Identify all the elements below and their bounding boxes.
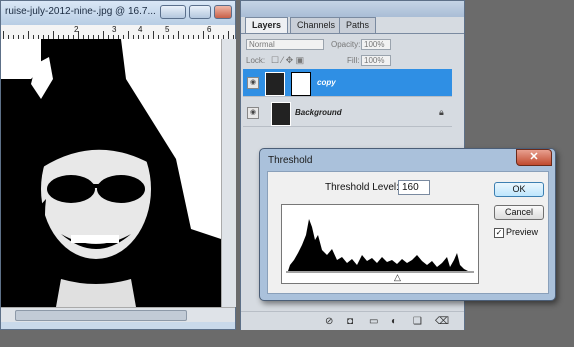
threshold-level-input[interactable]: 160 [398,180,430,195]
layer-name: Background [295,108,342,117]
horizontal-ruler: 2 3 4 5 6 [1,25,235,40]
threshold-portrait-image [1,39,221,307]
dialog-body: Threshold Level: 160 OK Cancel ✓ Preview … [267,171,549,294]
checkbox-icon[interactable]: ✓ [494,227,504,238]
preview-checkbox[interactable]: ✓ Preview [494,227,538,238]
minimize-button[interactable] [160,5,186,19]
threshold-slider-handle[interactable]: △ [394,273,401,282]
opacity-input[interactable]: 100% [361,39,391,50]
adjustment-icon[interactable]: ◐ [391,316,397,327]
layer-row-copy[interactable]: ◉ copy [243,69,452,97]
fill-label: Fill: [347,56,360,65]
ruler-tick [203,31,204,39]
trash-icon[interactable]: ⌫ [435,316,449,327]
opacity-label: Opacity: [331,40,361,49]
new-layer-icon[interactable]: ❑ [413,316,422,327]
layer-thumbnail [265,72,285,96]
ruler-tick [28,31,29,39]
layer-row-background[interactable]: ◉ Background 🔒︎ [243,99,452,127]
tab-divider [241,33,464,34]
close-button[interactable] [214,5,232,19]
ruler-number: 3 [112,25,117,34]
layer-name: copy [317,78,336,87]
ruler-tick [228,31,229,39]
close-icon[interactable]: ✕ [516,149,552,166]
fill-input[interactable]: 100% [361,55,391,66]
ruler-tick [153,31,154,39]
lock-label: Lock: [246,56,266,65]
ruler-number: 4 [138,25,143,34]
document-titlebar[interactable]: ruise-july-2012-nine-.jpg @ 16.7... [1,1,235,25]
histogram: △ [281,204,479,284]
horizontal-scrollbar[interactable] [1,307,235,322]
lock-icon: 🔒︎ [439,107,444,117]
ruler-tick [178,31,179,39]
eye-icon[interactable]: ◉ [247,77,259,89]
ruler-number: 5 [165,25,170,34]
layer-thumbnail [271,102,291,126]
eye-icon[interactable]: ◉ [247,107,259,119]
threshold-dialog: Threshold ✕ Threshold Level: 160 OK Canc… [259,148,556,301]
tab-layers[interactable]: Layers [245,17,289,33]
ruler-tick [103,31,104,39]
layer-thumbnail [291,72,311,96]
layers-bottom-bar: ⊘ ◘ ▭ ◐ ❑ ⌫ [241,311,464,330]
cancel-button[interactable]: Cancel [494,205,544,220]
image-canvas[interactable] [1,39,221,307]
panel-header[interactable] [241,1,464,17]
layer-style-icon[interactable]: ⊘ [325,316,333,327]
ruler-tick [3,31,4,39]
folder-icon[interactable]: ▭ [369,316,378,327]
mask-icon[interactable]: ◘ [347,316,353,327]
threshold-level-label: Threshold Level: [325,182,399,193]
tab-channels[interactable]: Channels [290,17,343,33]
lock-icons[interactable]: ☐ ⁄ ✥ ▣ [271,55,304,66]
ruler-number: 6 [207,25,212,34]
dialog-title: Threshold [268,155,313,166]
histogram-graph [286,219,474,273]
preview-label: Preview [506,227,539,237]
document-window: ruise-july-2012-nine-.jpg @ 16.7... 2 3 … [0,0,236,330]
document-title: ruise-july-2012-nine-.jpg @ 16.7... [5,6,156,17]
ruler-tick [78,31,79,39]
vertical-scrollbar[interactable] [221,39,236,307]
ruler-tick [128,31,129,39]
ruler-tick [53,31,54,39]
blend-mode-select[interactable]: Normal [246,39,324,50]
tab-paths[interactable]: Paths [339,17,377,33]
maximize-button[interactable] [189,5,211,19]
ok-button[interactable]: OK [494,182,544,197]
scroll-thumb[interactable] [15,310,187,321]
